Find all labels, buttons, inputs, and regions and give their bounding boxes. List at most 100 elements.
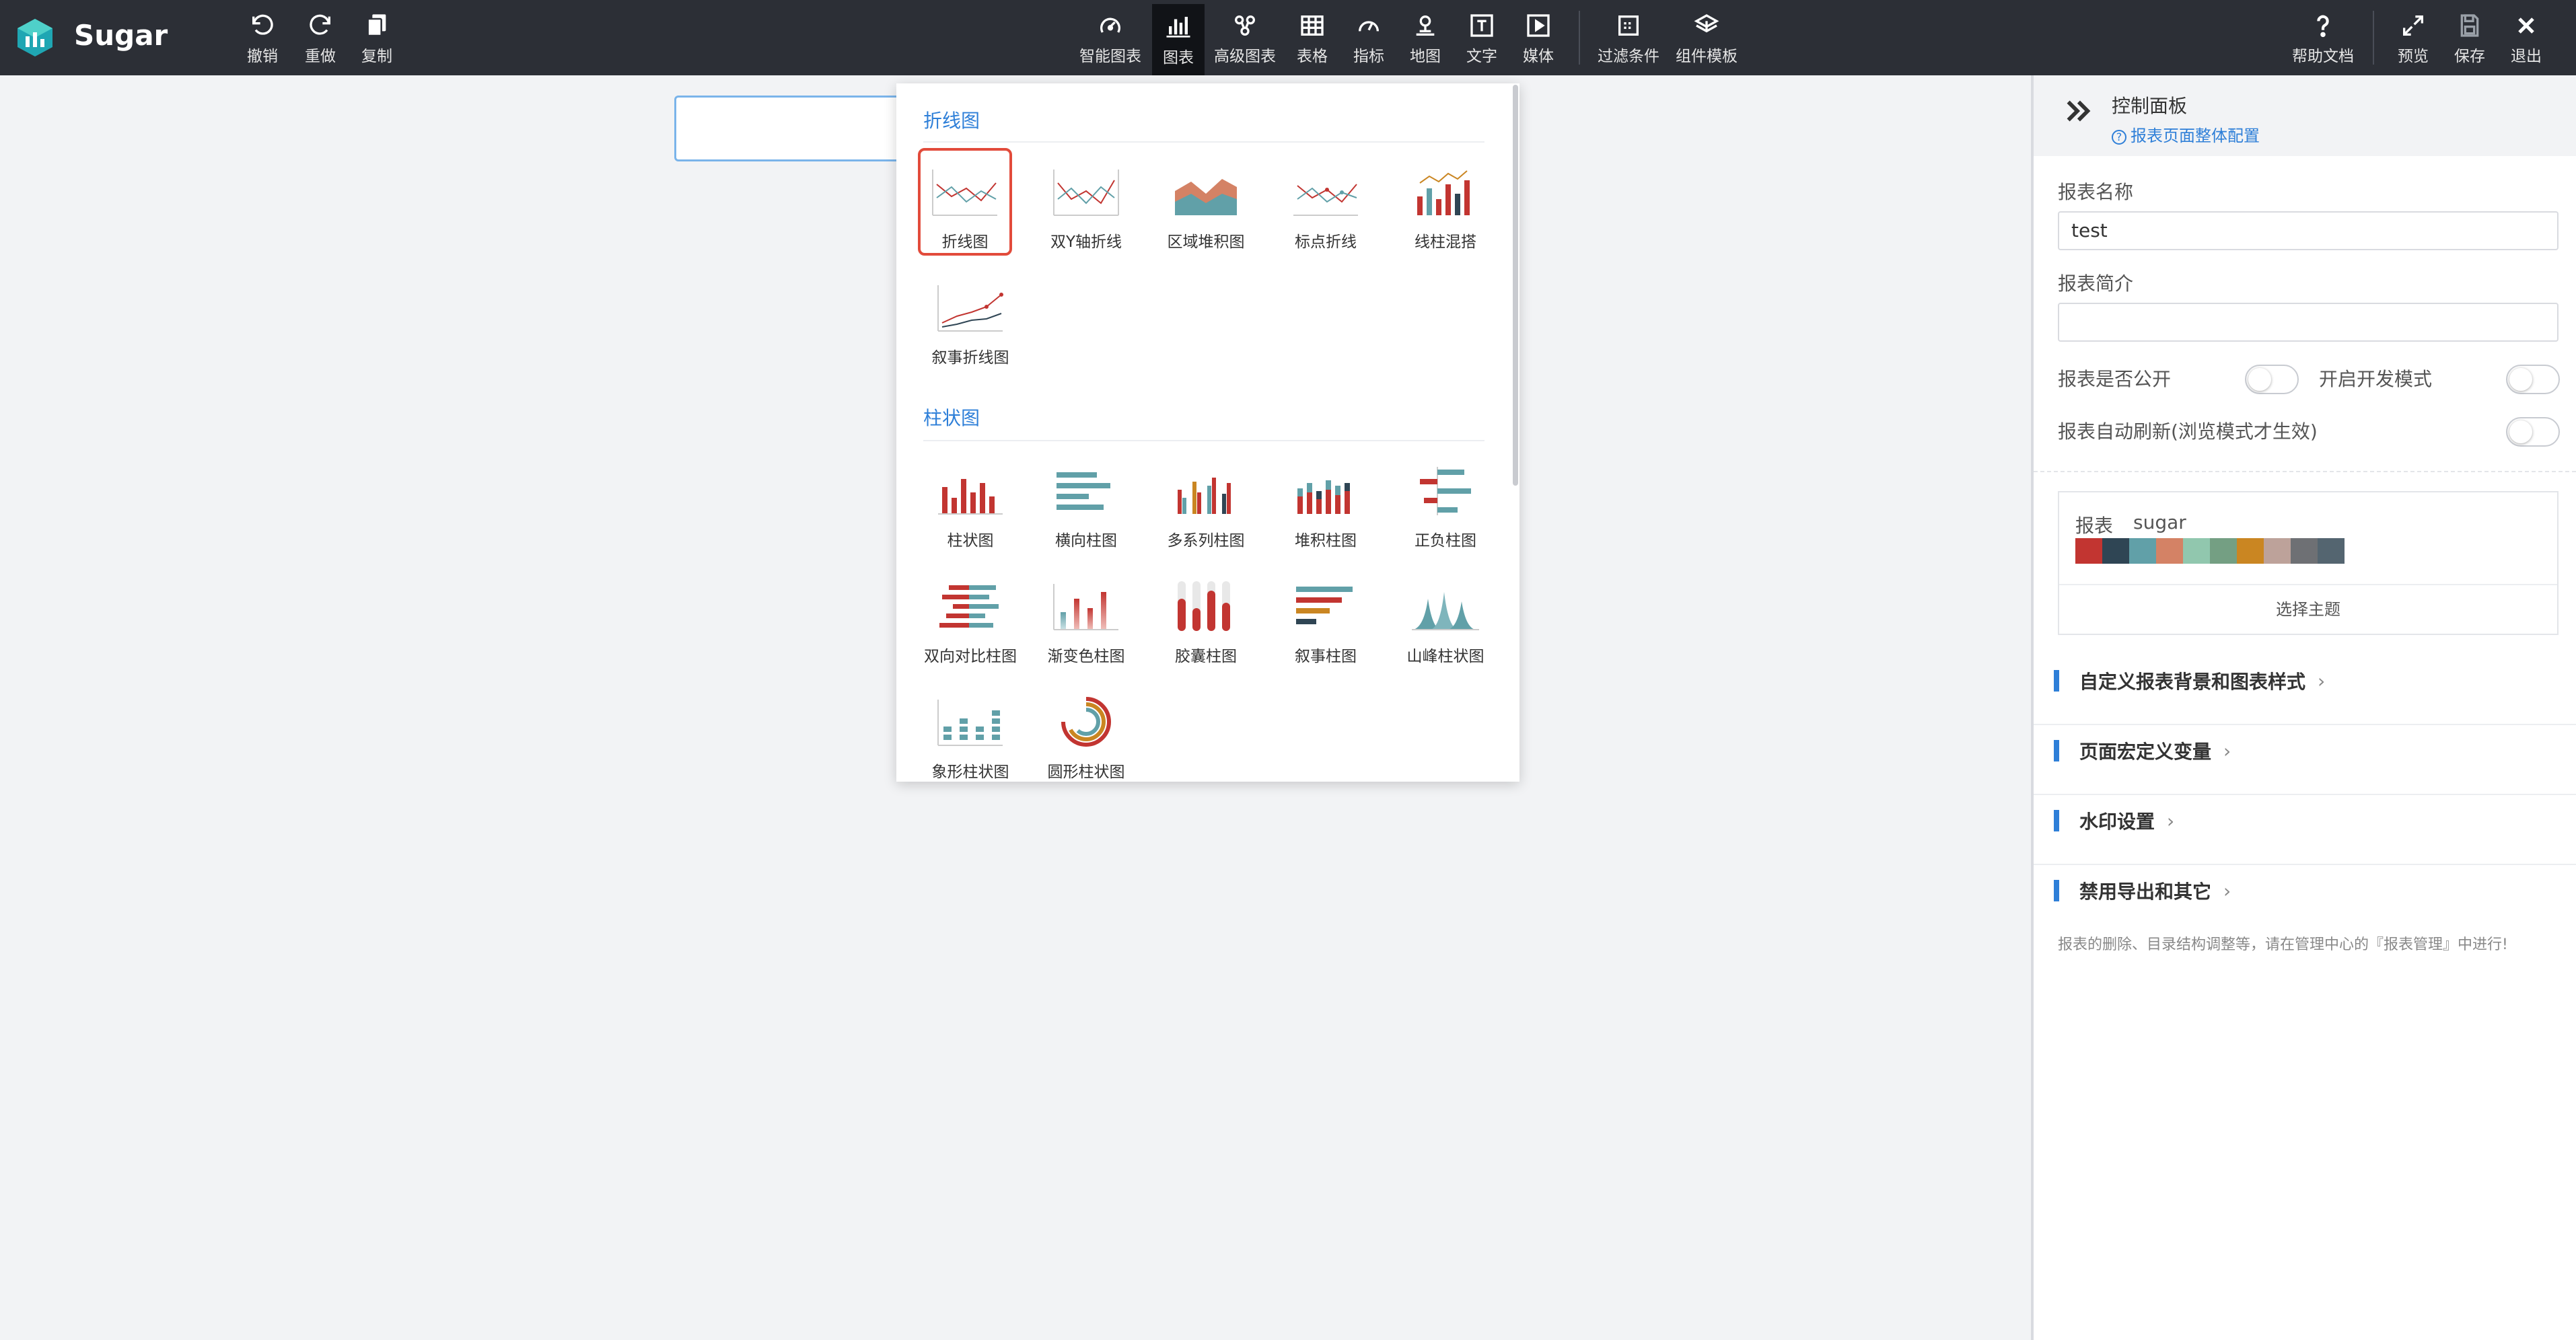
theme-swatch	[2156, 538, 2183, 564]
chart-item-multi-series-bar[interactable]: 多系列柱图	[1159, 447, 1253, 554]
dev-mode-toggle[interactable]	[2506, 365, 2560, 394]
auto-refresh-label: 报表自动刷新(浏览模式才生效)	[2058, 420, 2318, 443]
theme-swatch	[2318, 538, 2345, 564]
redo-icon	[310, 14, 330, 35]
section-title-bar: 柱状图	[923, 407, 980, 429]
narrative-line-icon	[937, 285, 1003, 332]
theme-swatch	[2264, 538, 2291, 564]
undo-button[interactable]: 撤销	[242, 9, 283, 66]
section-accent	[2054, 740, 2059, 761]
line-chart-icon	[932, 170, 997, 216]
collapse-panel-icon[interactable]	[2062, 96, 2093, 126]
sugar-logo-icon	[17, 19, 52, 57]
pictorial-bar-icon	[937, 700, 1003, 746]
chart-type-dropdown: 折线图 折线图 双Y轴折线 区域堆积图 标点折线 线柱混搭 叙事折线图 柱状图 …	[896, 83, 1519, 782]
section-divider	[923, 440, 1484, 441]
chart-item-radial-bar[interactable]: 圆形柱状图	[1039, 678, 1133, 782]
filter-icon	[1618, 15, 1639, 36]
pos-neg-bar-icon	[1420, 467, 1471, 515]
section-divider	[923, 141, 1484, 143]
chart-item-capsule-bar[interactable]: 胶囊柱图	[1159, 562, 1253, 670]
exit-button[interactable]: 退出	[2506, 9, 2546, 66]
advanced-chart-icon	[1235, 15, 1255, 36]
text-button[interactable]: 文字	[1462, 9, 1502, 66]
custom-style-section[interactable]: 自定义报表背景和图表样式 ›	[2054, 666, 2325, 696]
media-icon	[1527, 14, 1550, 37]
help-docs-button[interactable]: 帮助文档	[2289, 9, 2357, 66]
chart-item-line-bar-combo[interactable]: 线柱混搭	[1398, 148, 1493, 256]
chart-item-line[interactable]: 折线图	[918, 148, 1012, 256]
section-accent	[2054, 670, 2059, 692]
disable-export-section[interactable]: 禁用导出和其它 ›	[2054, 876, 2231, 905]
panel-divider	[2034, 471, 2576, 472]
theme-swatch	[2075, 538, 2102, 564]
chart-button[interactable]: 图表	[1152, 4, 1205, 75]
chart-item-bar[interactable]: 柱状图	[923, 447, 1017, 554]
indicator-button[interactable]: 指标	[1349, 9, 1389, 66]
chart-item-narrative-bar[interactable]: 叙事柱图	[1279, 562, 1373, 670]
media-button[interactable]: 媒体	[1518, 9, 1559, 66]
copy-icon	[367, 14, 386, 37]
theme-swatch	[2291, 538, 2318, 564]
section-separator	[2034, 794, 2576, 795]
dual-y-line-icon	[1053, 170, 1119, 216]
chart-item-narrative-line[interactable]: 叙事折线图	[923, 264, 1017, 371]
advanced-chart-button[interactable]: 高级图表	[1211, 9, 1279, 66]
section-separator	[2034, 724, 2576, 725]
report-public-toggle[interactable]	[2245, 365, 2299, 394]
chart-type-list: 折线图 折线图 双Y轴折线 区域堆积图 标点折线 线柱混搭 叙事折线图 柱状图 …	[896, 83, 1510, 782]
chart-item-pos-neg-bar[interactable]: 正负柱图	[1398, 447, 1493, 554]
dev-mode-label: 开启开发模式	[2319, 368, 2433, 390]
chevron-right-icon: ›	[2318, 669, 2326, 692]
select-theme-button[interactable]: 选择主题	[2059, 596, 2557, 620]
save-button[interactable]: 保存	[2449, 9, 2490, 66]
chart-item-horizontal-bar[interactable]: 横向柱图	[1039, 447, 1133, 554]
close-icon	[2518, 17, 2534, 34]
report-name-label: 报表名称	[2058, 181, 2134, 203]
chart-item-bidirectional-bar[interactable]: 双向对比柱图	[923, 562, 1017, 670]
preview-button[interactable]: 预览	[2393, 9, 2433, 66]
chart-item-marker-line[interactable]: 标点折线	[1279, 148, 1373, 256]
top-toolbar: Sugar 撤销 重做 复制 智能图表 图表 高级图表 表格 指标 地图 文字	[0, 0, 2576, 75]
page-config-link[interactable]: ? 报表页面整体配置	[2112, 122, 2260, 146]
management-note: 报表的删除、目录结构调整等，请在管理中心的『报表管理』中进行!	[2058, 936, 2508, 953]
radial-bar-icon	[1061, 697, 1111, 747]
copy-button[interactable]: 复制	[357, 9, 397, 66]
line-bar-combo-icon	[1417, 170, 1470, 215]
chart-item-dual-y-line[interactable]: 双Y轴折线	[1039, 148, 1133, 256]
component-template-button[interactable]: 组件模板	[1673, 9, 1740, 66]
theme-swatch	[2183, 538, 2210, 564]
theme-name: sugar	[2133, 511, 2186, 533]
section-accent	[2054, 810, 2059, 831]
theme-color-swatches	[2075, 538, 2345, 564]
dropdown-scrollbar[interactable]	[1513, 85, 1518, 486]
gauge-icon	[1359, 21, 1379, 32]
redo-button[interactable]: 重做	[300, 9, 341, 66]
filter-button[interactable]: 过滤条件	[1595, 9, 1662, 66]
theme-label: 报表	[2075, 515, 2114, 537]
chart-item-peak-bar[interactable]: 山峰柱状图	[1398, 562, 1493, 670]
chevron-right-icon: ›	[2223, 879, 2231, 902]
report-desc-input[interactable]	[2058, 303, 2559, 342]
capsule-bar-icon	[1178, 581, 1230, 631]
auto-refresh-toggle[interactable]	[2506, 417, 2560, 447]
stacked-bar-icon	[1297, 480, 1350, 514]
report-name-input[interactable]: test	[2058, 211, 2559, 250]
chart-item-gradient-bar[interactable]: 渐变色柱图	[1039, 562, 1133, 670]
smart-chart-icon	[1100, 17, 1120, 33]
theme-swatch	[2102, 538, 2129, 564]
watermark-section[interactable]: 水印设置 ›	[2054, 806, 2174, 835]
table-button[interactable]: 表格	[1292, 9, 1332, 66]
smart-chart-button[interactable]: 智能图表	[1077, 9, 1144, 66]
page-macro-section[interactable]: 页面宏定义变量 ›	[2054, 736, 2231, 766]
panel-title: 控制面板	[2112, 95, 2188, 117]
map-button[interactable]: 地图	[1405, 9, 1445, 66]
undo-icon	[252, 14, 273, 35]
narrative-bar-icon	[1296, 587, 1353, 624]
section-separator	[2034, 864, 2576, 865]
chart-item-stacked-area[interactable]: 区域堆积图	[1159, 148, 1253, 256]
chart-item-pictorial-bar[interactable]: 象形柱状图	[923, 678, 1017, 782]
map-pin-icon	[1416, 15, 1435, 36]
chart-icon	[1166, 17, 1190, 38]
chart-item-stacked-bar[interactable]: 堆积柱图	[1279, 447, 1373, 554]
